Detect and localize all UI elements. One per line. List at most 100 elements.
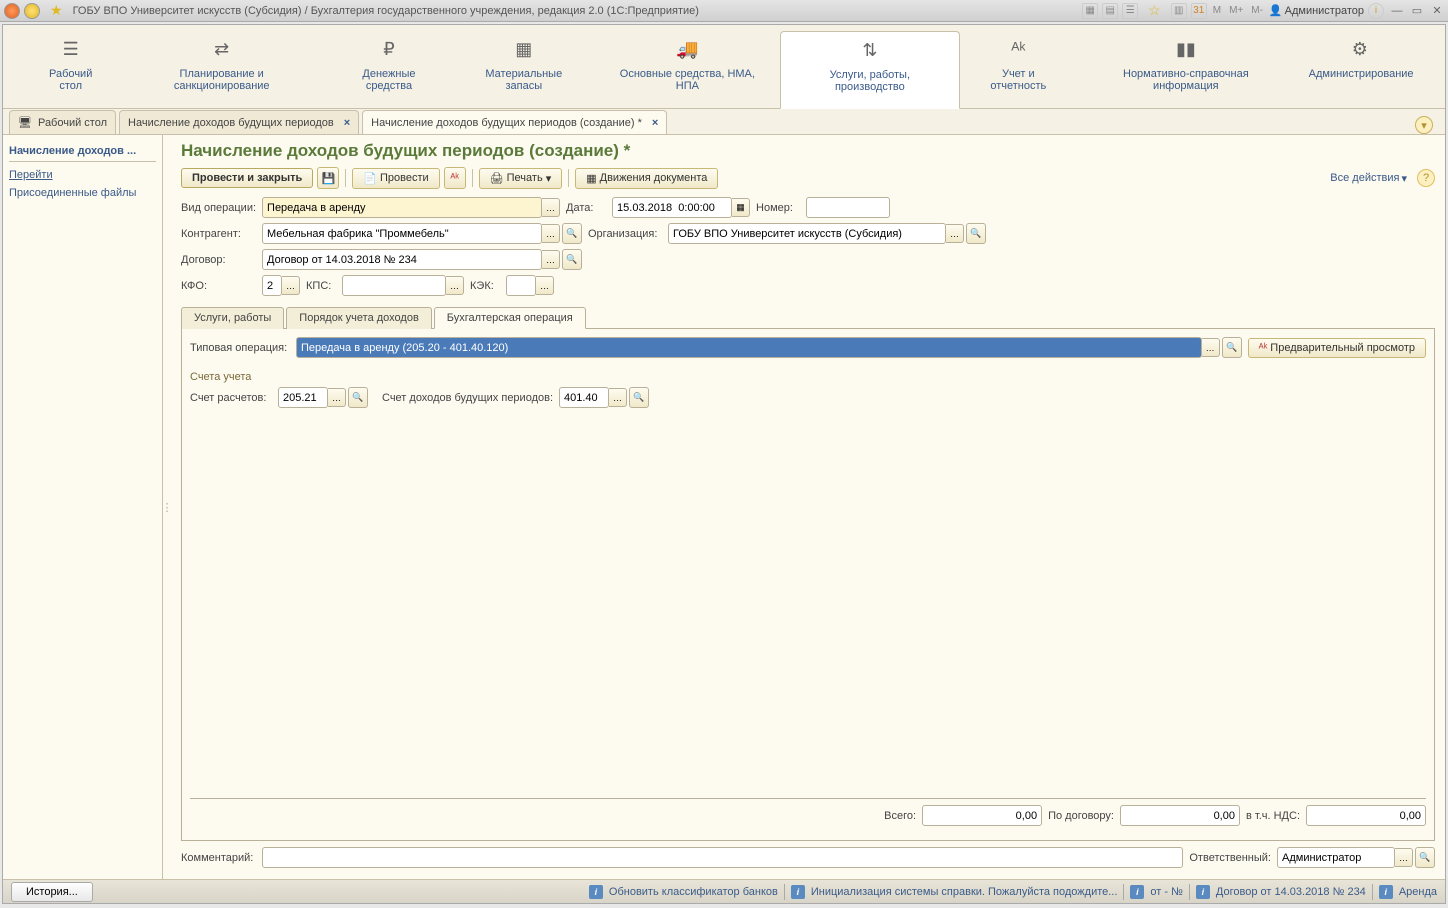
tab-income-create[interactable]: Начисление доходов будущих периодов (соз… [362, 110, 667, 134]
page-title: Начисление доходов будущих периодов (соз… [181, 141, 1435, 161]
info-icon-5: i [1379, 885, 1393, 899]
nav-accounting[interactable]: ᴬᵏУчет и отчетность [960, 31, 1077, 108]
kfo-input[interactable] [262, 275, 282, 296]
date-cal[interactable]: ▦ [732, 198, 750, 217]
kek-input[interactable] [506, 275, 536, 296]
contract-search[interactable]: 🔍 [562, 249, 582, 270]
contractor-dots[interactable]: … [542, 224, 560, 243]
window-control-1[interactable] [4, 3, 20, 19]
kps-dots[interactable]: … [446, 276, 464, 295]
org-search[interactable]: 🔍 [966, 223, 986, 244]
contractor-input[interactable] [262, 223, 542, 244]
window-control-2[interactable] [24, 3, 40, 19]
number-input[interactable] [806, 197, 890, 218]
planning-icon: ⇄ [132, 39, 311, 60]
rent-link[interactable]: Аренда [1399, 886, 1437, 898]
favorite-icon[interactable]: ★ [50, 2, 63, 19]
contract-input[interactable] [262, 249, 542, 270]
minimize-icon[interactable]: — [1390, 4, 1404, 18]
movements-button[interactable]: ▦ Движения документа [575, 168, 718, 189]
org-input[interactable] [668, 223, 946, 244]
calendar-icon[interactable]: 31 [1191, 3, 1207, 19]
gear-icon: ⚙ [1309, 39, 1411, 60]
future-dots[interactable]: … [609, 388, 627, 407]
date-input[interactable] [612, 197, 732, 218]
calc-search[interactable]: 🔍 [348, 387, 368, 408]
dtkt-icon-button[interactable]: ᴬᵏ [444, 167, 466, 189]
resp-search[interactable]: 🔍 [1415, 847, 1435, 868]
kek-dots[interactable]: … [536, 276, 554, 295]
tb-icon-1[interactable]: ▦ [1082, 3, 1098, 19]
nav-services[interactable]: ⇅Услуги, работы, производство [780, 31, 959, 109]
window-title: ГОБУ ВПО Университет искусств (Субсидия)… [69, 5, 1083, 17]
typical-input[interactable] [296, 337, 1202, 358]
tb-icon-2[interactable]: ▤ [1102, 3, 1118, 19]
tb-icon-3[interactable]: ☰ [1122, 3, 1138, 19]
info-icon-2: i [791, 885, 805, 899]
history-button[interactable]: История... [11, 882, 93, 902]
calc-dots[interactable]: … [328, 388, 346, 407]
dtkt-icon: ᴬᵏ [1259, 342, 1268, 354]
kfo-dots[interactable]: … [282, 276, 300, 295]
calc-account-input[interactable] [278, 387, 328, 408]
contract-total-label: По договору: [1048, 810, 1114, 822]
typical-search[interactable]: 🔍 [1222, 337, 1242, 358]
memory-m[interactable]: M [1213, 5, 1221, 16]
future-account-input[interactable] [559, 387, 609, 408]
contract-status-link[interactable]: Договор от 14.03.2018 № 234 [1216, 886, 1366, 898]
tb-icon-4[interactable]: ▥ [1171, 3, 1187, 19]
contract-dots[interactable]: … [542, 250, 560, 269]
typical-dots[interactable]: … [1202, 338, 1220, 357]
toolbar: Провести и закрыть 💾 📄 Провести ᴬᵏ 🖨 Печ… [181, 167, 1435, 189]
reference-icon: ▮▮ [1091, 39, 1281, 60]
contractor-search[interactable]: 🔍 [562, 223, 582, 244]
nav-desktop[interactable]: ☰Рабочий стол [23, 31, 118, 108]
star-icon[interactable]: ☆ [1148, 2, 1161, 19]
nav-assets[interactable]: 🚚Основные средства, НМА, НПА [595, 31, 780, 108]
nav-services-label: Услуги, работы, производство [830, 69, 910, 93]
help-icon[interactable]: ? [1417, 169, 1435, 187]
save-icon-button[interactable]: 💾 [317, 167, 339, 189]
subtab-services[interactable]: Услуги, работы [181, 307, 284, 329]
subtab-accounting[interactable]: Бухгалтерская операция [434, 307, 586, 329]
nav-materials[interactable]: ▦Материальные запасы [453, 31, 595, 108]
memory-mminus[interactable]: M- [1251, 5, 1263, 16]
org-dots[interactable]: … [946, 224, 964, 243]
current-user[interactable]: 👤 Администратор [1269, 4, 1364, 17]
future-search[interactable]: 🔍 [629, 387, 649, 408]
update-banks-link[interactable]: Обновить классификатор банков [609, 886, 778, 898]
maximize-icon[interactable]: ▭ [1410, 4, 1424, 18]
memory-mplus[interactable]: M+ [1229, 5, 1243, 16]
nav-money[interactable]: ₽Денежные средства [325, 31, 453, 108]
close-icon[interactable]: ✕ [1430, 4, 1444, 18]
totals-row: Всего: По договору: в т.ч. НДС: [190, 798, 1426, 832]
subtab-order[interactable]: Порядок учета доходов [286, 307, 432, 329]
nav-money-label: Денежные средства [362, 68, 415, 92]
from-no-link[interactable]: от - № [1150, 886, 1183, 898]
tab-close-2[interactable]: × [652, 117, 658, 129]
comment-input[interactable] [262, 847, 1183, 868]
preview-label: Предварительный просмотр [1270, 342, 1415, 354]
all-actions-link[interactable]: Все действия ▾ [1330, 172, 1407, 185]
tab-desktop[interactable]: 🖥Рабочий стол [9, 110, 116, 134]
post-button[interactable]: 📄 Провести [352, 168, 439, 189]
sidebar-goto[interactable]: Перейти [9, 166, 156, 184]
responsible-input[interactable] [1277, 847, 1395, 868]
kps-input[interactable] [342, 275, 446, 296]
print-button[interactable]: 🖨 Печать ▾ [479, 168, 563, 189]
vat-label: в т.ч. НДС: [1246, 810, 1300, 822]
resp-dots[interactable]: … [1395, 848, 1413, 867]
tab-close-1[interactable]: × [344, 117, 350, 129]
nav-reference[interactable]: ▮▮Нормативно-справочная информация [1077, 31, 1295, 108]
preview-button[interactable]: ᴬᵏ Предварительный просмотр [1248, 338, 1426, 358]
tab-income-list[interactable]: Начисление доходов будущих периодов× [119, 110, 359, 134]
tab-dropdown[interactable]: ▾ [1415, 116, 1433, 134]
nav-admin[interactable]: ⚙Администрирование [1295, 31, 1425, 108]
operation-dots[interactable]: … [542, 198, 560, 217]
splitter[interactable]: ⋮ [163, 135, 171, 879]
operation-input[interactable] [262, 197, 542, 218]
post-and-close-button[interactable]: Провести и закрыть [181, 168, 313, 188]
nav-planning[interactable]: ⇄Планирование и санкционирование [118, 31, 325, 108]
info-icon[interactable]: i [1368, 3, 1384, 19]
sidebar-files[interactable]: Присоединенные файлы [9, 184, 156, 202]
